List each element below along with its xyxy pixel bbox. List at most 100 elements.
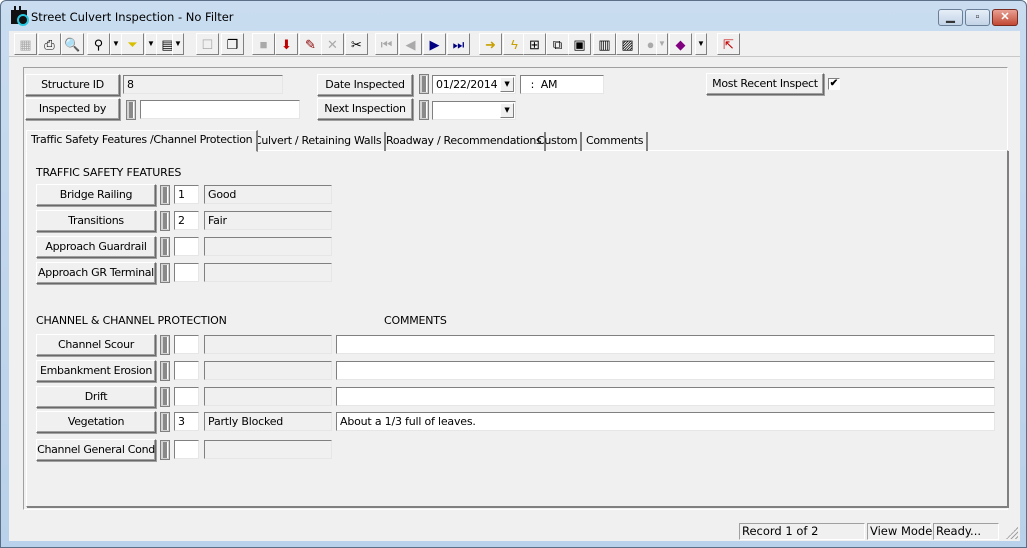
calculator-button[interactable]: ▥ (593, 33, 616, 55)
next-record-button[interactable]: ▶ (423, 33, 446, 55)
maximize-button[interactable]: ▫ (965, 9, 990, 26)
close-button[interactable]: ✕ (992, 9, 1018, 26)
tab-traffic-safety-features-channel-protection[interactable]: Traffic Safety Features /Channel Protect… (26, 130, 259, 152)
gis-map-button[interactable]: ▣ (568, 33, 591, 55)
minimize-button[interactable]: ▁ (938, 9, 963, 26)
goto-icon: ➜ (485, 36, 496, 52)
filter-icon: ⏷ (127, 36, 138, 52)
status-bar: Record 1 of 2 View Mode Ready... (9, 522, 1020, 541)
tab-custom[interactable]: Custom (534, 132, 583, 151)
required-marker-icon (160, 263, 170, 283)
date-dropdown-arrow-icon[interactable]: ▼ (500, 77, 514, 92)
help-book-button[interactable]: ◆ (669, 33, 692, 55)
channel-scour-comment-field[interactable] (336, 335, 995, 354)
print-button[interactable]: ⎙ (38, 33, 61, 55)
structure-id-button[interactable]: Structure ID (25, 74, 120, 96)
next-record-icon: ▶ (429, 36, 440, 52)
approach-guardrail-description-field (204, 237, 332, 256)
structure-id-field[interactable]: 8 (123, 75, 283, 94)
relationships-button[interactable]: ⧉ (546, 33, 569, 55)
vegetation-comment-field[interactable]: About a 1/3 full of leaves. (336, 412, 995, 431)
print-preview-button[interactable]: 🔍 (61, 33, 84, 55)
tab-comments[interactable]: Comments (583, 132, 649, 151)
ready-status: Ready... (933, 523, 999, 540)
minimize-icon: ▁ (946, 11, 955, 23)
embankment-erosion-description-field (204, 361, 332, 380)
cancel-button[interactable]: ✕ (321, 33, 344, 55)
most-recent-inspect-button[interactable]: Most Recent Inspect (706, 73, 824, 95)
chevron-down-icon: ▼ (174, 39, 182, 48)
transitions-button[interactable]: Transitions (36, 210, 156, 232)
tab-culvert-retaining-walls[interactable]: Culvert / Retaining Walls (251, 132, 387, 151)
channel-scour-button[interactable]: Channel Scour (36, 334, 156, 356)
save-icon: ■ (259, 36, 268, 52)
channel-general-cond-description-field (204, 440, 332, 459)
previous-record-button[interactable]: ◀ (399, 33, 422, 55)
app-icon (11, 6, 29, 26)
next-inspection-button[interactable]: Next Inspection (317, 98, 413, 120)
copy-record-icon: ❐ (226, 36, 239, 52)
relationships-icon: ⧉ (552, 36, 563, 52)
bridge-railing-button[interactable]: Bridge Railing (36, 184, 156, 206)
inspected-by-field[interactable] (140, 100, 300, 119)
globe-dropdown[interactable]: ▼ (656, 33, 668, 55)
time-inspected-field[interactable]: : AM (520, 75, 604, 94)
report-dropdown[interactable]: ▼ (172, 33, 184, 55)
save-button[interactable]: ■ (252, 33, 275, 55)
globe-icon: ● (646, 36, 655, 52)
channel-scour-code-field[interactable] (174, 335, 199, 354)
form-view-button[interactable]: ▦ (14, 33, 37, 55)
add-record-button[interactable]: ⬇ (275, 33, 298, 55)
drift-button[interactable]: Drift (36, 386, 156, 408)
transitions-description-field: Fair (204, 211, 332, 230)
channel-general-cond-button[interactable]: Channel General Cond (36, 439, 156, 461)
approach-guardrail-code-field[interactable] (174, 237, 199, 256)
bridge-railing-description-field: Good (204, 185, 332, 204)
date-inspected-field[interactable]: 01/22/2014 ▼ (432, 75, 516, 94)
channel-general-cond-code-field[interactable] (174, 440, 199, 459)
photo-button[interactable]: ▨ (616, 33, 639, 55)
vegetation-description-field: Partly Blocked (204, 412, 332, 431)
title-bar[interactable]: Street Culvert Inspection - No Filter ▁ … (1, 1, 1026, 31)
next-date-dropdown-arrow-icon[interactable]: ▼ (500, 103, 514, 118)
resize-grip[interactable] (1006, 527, 1018, 539)
transitions-code-field[interactable]: 2 (174, 211, 199, 230)
most-recent-checkbox[interactable]: ✔ (828, 78, 840, 90)
first-record-button[interactable]: ⏮ (375, 33, 398, 55)
properties-button[interactable]: ☐ (196, 33, 219, 55)
embankment-erosion-code-field[interactable] (174, 361, 199, 380)
previous-record-icon: ◀ (405, 36, 416, 52)
delete-button[interactable]: ✂ (345, 33, 368, 55)
vegetation-button[interactable]: Vegetation (36, 411, 156, 433)
properties-icon: ☐ (201, 36, 214, 52)
drift-code-field[interactable] (174, 387, 199, 406)
required-marker-icon (160, 387, 170, 407)
help-dropdown[interactable]: ▼ (695, 33, 707, 55)
edit-button[interactable]: ✎ (299, 33, 322, 55)
embankment-erosion-button[interactable]: Embankment Erosion (36, 360, 156, 382)
required-marker-icon (160, 237, 170, 257)
bridge-railing-code-field[interactable]: 1 (174, 185, 199, 204)
drift-comment-field[interactable] (336, 387, 995, 406)
embankment-erosion-comment-field[interactable] (336, 361, 995, 380)
filter-button[interactable]: ⏷ (121, 33, 144, 55)
copy-record-button[interactable]: ❐ (221, 33, 244, 55)
client-area: ▦ ⎙ 🔍 ⚲ ▼ ⏷ ▼ ▤ ▼ ☐ ❐ ■ ⬇ ✎ ✕ ✂ ⏮ ◀ ▶ ⏭ ➜ ϟ ⊞ ⧉ ▣ ▥ ▨ ● ▼ ◆ ▼ ⇱ Structu… (9, 31, 1020, 541)
goto-button[interactable]: ➜ (479, 33, 502, 55)
delete-icon: ✂ (351, 36, 362, 52)
close-icon: ✕ (1000, 11, 1010, 23)
print-preview-icon: 🔍 (64, 36, 81, 52)
next-inspection-field[interactable]: / / ▼ (432, 101, 516, 120)
date-inspected-button[interactable]: Date Inspected (317, 74, 413, 96)
last-record-button[interactable]: ⏭ (447, 33, 470, 55)
approach-gr-terminal-code-field[interactable] (174, 263, 199, 282)
find-button[interactable]: ⚲ (87, 33, 110, 55)
inspected-by-button[interactable]: Inspected by (25, 98, 120, 120)
approach-guardrail-button[interactable]: Approach Guardrail (36, 236, 156, 258)
exit-button[interactable]: ⇱ (717, 33, 740, 55)
required-marker-icon (160, 335, 170, 355)
approach-gr-terminal-button[interactable]: Approach GR Terminal (36, 262, 156, 284)
vegetation-code-field[interactable]: 3 (174, 412, 199, 431)
tab-roadway-recommendations[interactable]: Roadway / Recommendations (383, 132, 547, 151)
map-layers-button[interactable]: ⊞ (523, 33, 546, 55)
